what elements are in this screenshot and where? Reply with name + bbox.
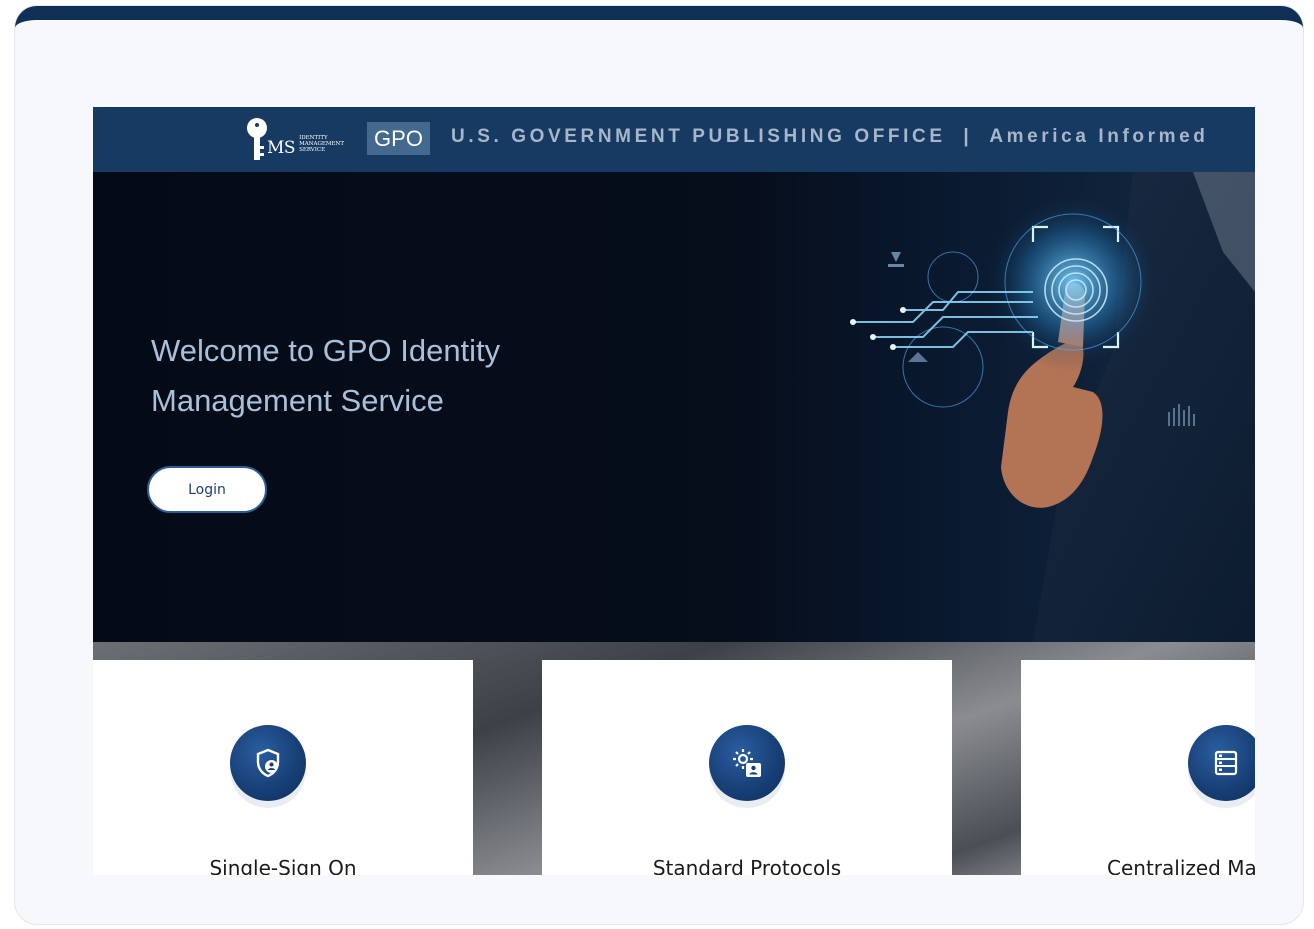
shield-user-icon <box>230 725 306 801</box>
card-title: Centralized Management <box>1107 856 1255 875</box>
gear-badge-icon <box>709 725 785 801</box>
hero-section: Welcome to GPO Identity Management Servi… <box>93 172 1255 642</box>
card-centralized-management[interactable]: Centralized Management <box>1021 660 1255 875</box>
server-list-icon <box>1188 725 1255 801</box>
browser-frame: MS IDENTITY MANAGEMENT SERVICE GPO U.S. … <box>15 6 1303 924</box>
site-header: MS IDENTITY MANAGEMENT SERVICE GPO U.S. … <box>93 107 1255 172</box>
page-viewport: MS IDENTITY MANAGEMENT SERVICE GPO U.S. … <box>93 107 1255 875</box>
card-title: Standard Protocols <box>652 856 842 875</box>
logo-subtitle: IDENTITY MANAGEMENT SERVICE <box>299 135 344 153</box>
card-standard-protocols[interactable]: Standard Protocols <box>542 660 952 875</box>
logo-ms-text: MS <box>267 138 296 158</box>
login-button[interactable]: Login <box>147 466 267 513</box>
header-tagline: U.S. GOVERNMENT PUBLISHING OFFICE | Amer… <box>451 126 1209 147</box>
card-single-sign-on[interactable]: Single-Sign On <box>93 660 473 875</box>
hero-title: Welcome to GPO Identity Management Servi… <box>151 333 501 418</box>
card-title: Single-Sign On <box>209 856 357 875</box>
ims-logo[interactable]: MS IDENTITY MANAGEMENT SERVICE <box>245 113 365 165</box>
key-icon <box>245 116 269 162</box>
fingerprint-illustration <box>850 172 1255 642</box>
gpo-logo[interactable]: GPO <box>367 122 430 155</box>
